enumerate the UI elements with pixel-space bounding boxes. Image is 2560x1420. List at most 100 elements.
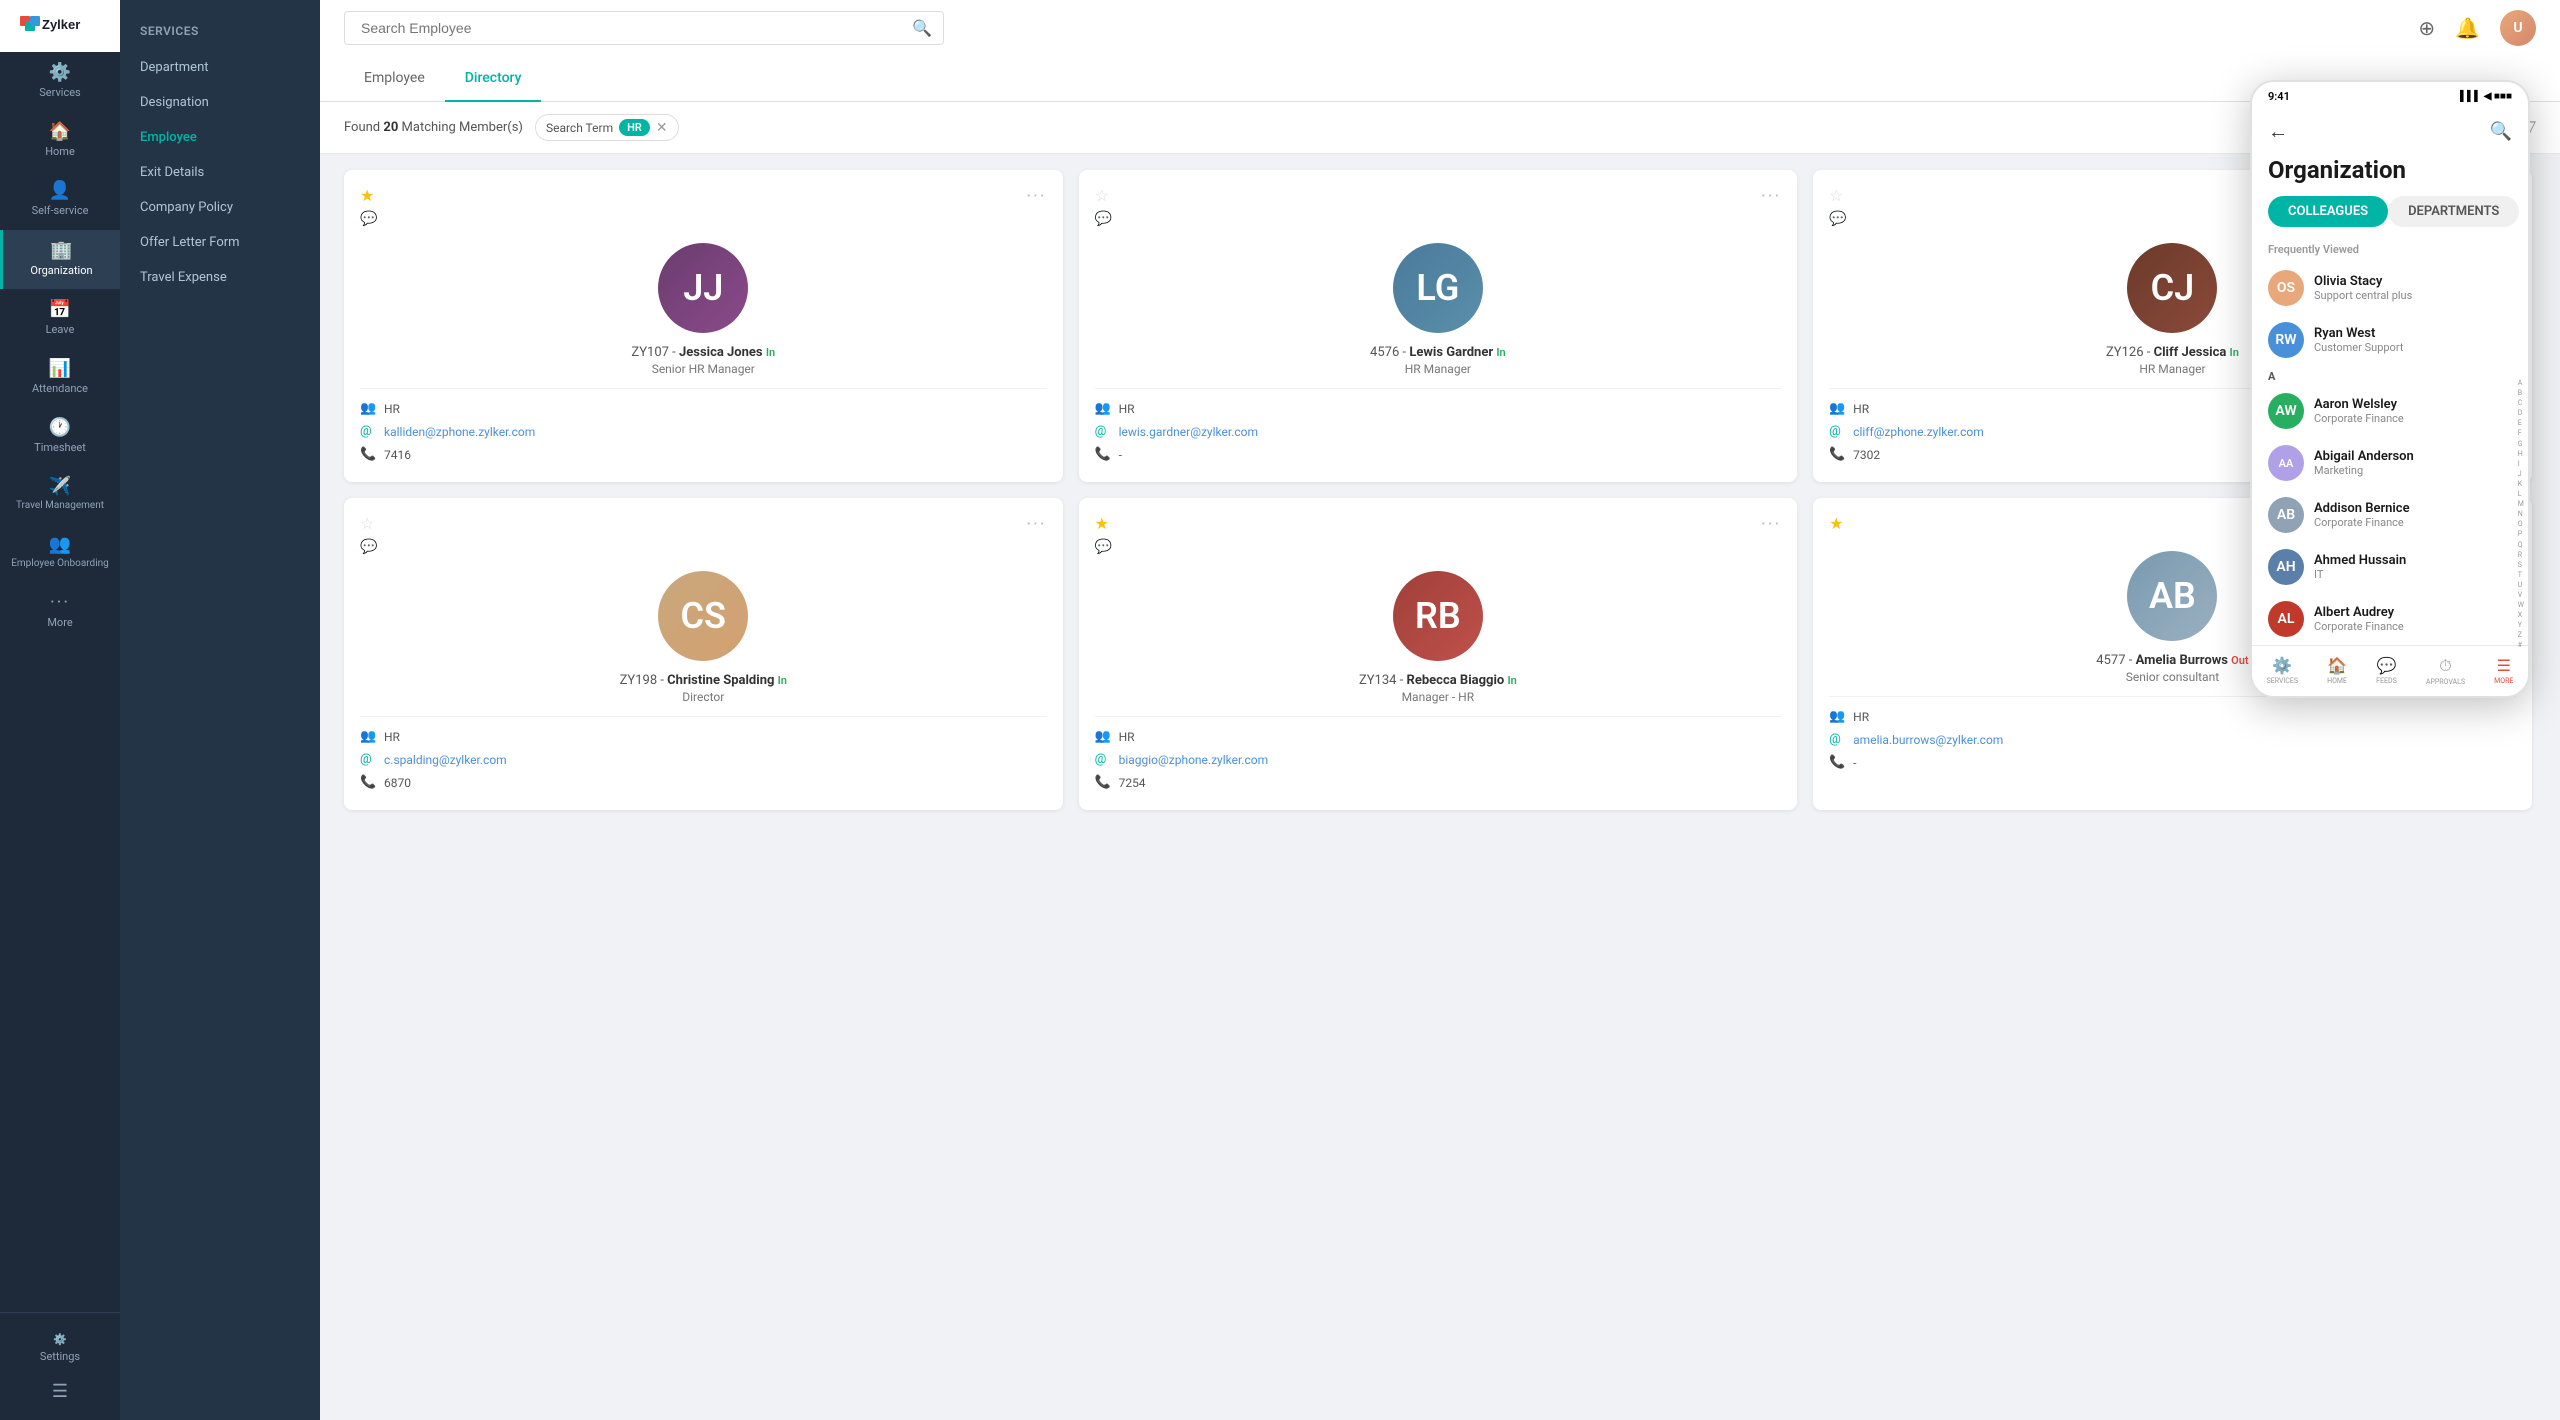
- alpha-t[interactable]: T: [2518, 571, 2524, 580]
- list-item-olivia[interactable]: OS Olivia Stacy Support central plus: [2260, 262, 2520, 314]
- sub-sidebar-travel[interactable]: Travel Expense: [120, 260, 320, 295]
- mobile-nav-more[interactable]: ☰ MORE: [2488, 654, 2519, 688]
- alpha-z[interactable]: Z: [2518, 632, 2524, 641]
- alpha-l[interactable]: L: [2518, 490, 2524, 499]
- mobile-tab-colleagues[interactable]: COLLEAGUES: [2268, 196, 2388, 227]
- chat-button[interactable]: 💬: [360, 539, 377, 555]
- card-menu-button[interactable]: ···: [1026, 186, 1046, 207]
- alpha-s[interactable]: S: [2518, 561, 2524, 570]
- email-link[interactable]: c.spalding@zylker.com: [384, 753, 507, 767]
- email-link[interactable]: cliff@zphone.zylker.com: [1853, 425, 1984, 439]
- alpha-o[interactable]: O: [2518, 521, 2524, 530]
- email-link[interactable]: amelia.burrows@zylker.com: [1853, 733, 2003, 747]
- alpha-m[interactable]: M: [2518, 500, 2524, 509]
- mobile-nav-services[interactable]: ⚙️ SERVICES: [2261, 654, 2304, 688]
- alpha-k[interactable]: K: [2518, 480, 2524, 489]
- email-link[interactable]: lewis.gardner@zylker.com: [1119, 425, 1258, 439]
- card-menu-button[interactable]: ···: [1026, 514, 1046, 535]
- alpha-q[interactable]: Q: [2518, 541, 2524, 550]
- star-button[interactable]: ☆: [1829, 186, 1846, 205]
- email-link[interactable]: biaggio@zphone.zylker.com: [1119, 753, 1269, 767]
- email-icon: @: [1829, 732, 1845, 747]
- list-item-addison[interactable]: AB Addison Bernice Corporate Finance: [2260, 489, 2508, 541]
- sidebar-item-travel[interactable]: ✈️ Travel Management: [0, 466, 120, 524]
- sub-sidebar-exit[interactable]: Exit Details: [120, 155, 320, 190]
- sidebar-settings[interactable]: ⚙️ Settings: [0, 1323, 120, 1373]
- list-item-abigail[interactable]: AA Abigail Anderson Marketing: [2260, 437, 2508, 489]
- star-button[interactable]: ☆: [1095, 186, 1112, 205]
- department-info: 👥 HR: [1829, 705, 2516, 728]
- sidebar-item-timesheet[interactable]: 🕐 Timesheet: [0, 407, 120, 466]
- hamburger-menu[interactable]: ☰: [0, 1373, 120, 1410]
- sub-sidebar-policy[interactable]: Company Policy: [120, 190, 320, 225]
- sidebar-item-leave[interactable]: 📅 Leave: [0, 289, 120, 348]
- alpha-d[interactable]: D: [2518, 410, 2524, 419]
- sidebar-item-organization[interactable]: 🏢 Organization: [0, 230, 120, 289]
- employee-card-jessica-jones: ★ 💬 ··· JJ ZY107 - Jessica Jones In Seni…: [344, 170, 1063, 482]
- alpha-h[interactable]: H: [2518, 450, 2524, 459]
- alpha-g[interactable]: G: [2518, 440, 2524, 449]
- mobile-tab-departments[interactable]: DEPARTMENTS: [2388, 196, 2519, 227]
- tab-directory[interactable]: Directory: [445, 56, 542, 102]
- employee-id-name: ZY198 - Christine Spalding In: [360, 673, 1047, 688]
- sub-sidebar-offer[interactable]: Offer Letter Form: [120, 225, 320, 260]
- mobile-nav-feeds[interactable]: 💬 FEEDS: [2370, 654, 2403, 688]
- sub-sidebar-employee[interactable]: Employee: [120, 120, 320, 155]
- mobile-nav-approvals[interactable]: ⏱ APPROVALS: [2420, 654, 2471, 688]
- list-item-ryan[interactable]: RW Ryan West Customer Support: [2260, 314, 2520, 366]
- department-icon: 👥: [360, 401, 376, 416]
- list-item-albert[interactable]: AL Albert Audrey Corporate Finance: [2260, 593, 2508, 645]
- search-input[interactable]: [344, 11, 944, 45]
- star-button[interactable]: ★: [1095, 514, 1112, 533]
- chat-button[interactable]: 💬: [1095, 211, 1112, 227]
- alpha-f[interactable]: F: [2518, 430, 2524, 439]
- sidebar-item-more[interactable]: ··· More: [0, 582, 120, 641]
- alpha-v[interactable]: V: [2518, 591, 2524, 600]
- alpha-w[interactable]: W: [2518, 601, 2524, 610]
- star-button[interactable]: ★: [360, 186, 377, 205]
- alpha-a[interactable]: A: [2518, 379, 2524, 388]
- alpha-hash[interactable]: #: [2518, 642, 2524, 651]
- chat-button[interactable]: 💬: [1095, 539, 1112, 555]
- user-avatar[interactable]: U: [2500, 10, 2536, 46]
- sidebar-item-selfservice[interactable]: 👤 Self-service: [0, 170, 120, 229]
- email-link[interactable]: kalliden@zphone.zylker.com: [384, 425, 535, 439]
- sub-sidebar-department[interactable]: Department: [120, 50, 320, 85]
- sub-sidebar-designation[interactable]: Designation: [120, 85, 320, 120]
- card-menu-button[interactable]: ···: [1761, 514, 1781, 535]
- alpha-u[interactable]: U: [2518, 581, 2524, 590]
- department-info: 👥 HR: [1095, 725, 1782, 748]
- alpha-n[interactable]: N: [2518, 510, 2524, 519]
- alpha-e[interactable]: E: [2518, 420, 2524, 429]
- abigail-sub: Marketing: [2314, 464, 2500, 477]
- sidebar-item-attendance[interactable]: 📊 Attendance: [0, 348, 120, 407]
- star-button[interactable]: ★: [1829, 514, 1843, 533]
- chat-button[interactable]: 💬: [360, 211, 377, 227]
- star-button[interactable]: ☆: [360, 514, 377, 533]
- alpha-c[interactable]: C: [2518, 399, 2524, 408]
- alpha-x[interactable]: X: [2518, 611, 2524, 620]
- bell-icon[interactable]: 🔔: [2455, 16, 2480, 40]
- list-item-ahmed[interactable]: AH Ahmed Hussain IT: [2260, 541, 2508, 593]
- alpha-b[interactable]: B: [2518, 389, 2524, 398]
- chat-button[interactable]: 💬: [1829, 211, 1846, 227]
- alpha-i[interactable]: I: [2518, 460, 2524, 469]
- alpha-p[interactable]: P: [2518, 531, 2524, 540]
- logo[interactable]: Zylker: [0, 0, 120, 52]
- add-icon[interactable]: ⊕: [2418, 16, 2435, 40]
- alpha-r[interactable]: R: [2518, 551, 2524, 560]
- tab-employee[interactable]: Employee: [344, 56, 445, 102]
- alpha-y[interactable]: Y: [2518, 621, 2524, 630]
- mobile-nav-home[interactable]: 🏠 HOME: [2321, 654, 2353, 688]
- abigail-name: Abigail Anderson: [2314, 449, 2500, 464]
- close-badge-button[interactable]: ✕: [656, 120, 668, 136]
- alpha-j[interactable]: J: [2518, 470, 2524, 479]
- list-item-aaron[interactable]: AW Aaron Welsley Corporate Finance: [2260, 385, 2508, 437]
- attendance-icon: 📊: [49, 360, 71, 378]
- sidebar-item-home[interactable]: 🏠 Home: [0, 111, 120, 170]
- sidebar-item-onboarding[interactable]: 👥 Employee Onboarding: [0, 524, 120, 582]
- leave-icon: 📅: [49, 301, 71, 319]
- card-menu-button[interactable]: ···: [1761, 186, 1781, 207]
- sidebar-item-services[interactable]: ⚙️ Services: [0, 52, 120, 111]
- olivia-info: Olivia Stacy Support central plus: [2314, 274, 2512, 302]
